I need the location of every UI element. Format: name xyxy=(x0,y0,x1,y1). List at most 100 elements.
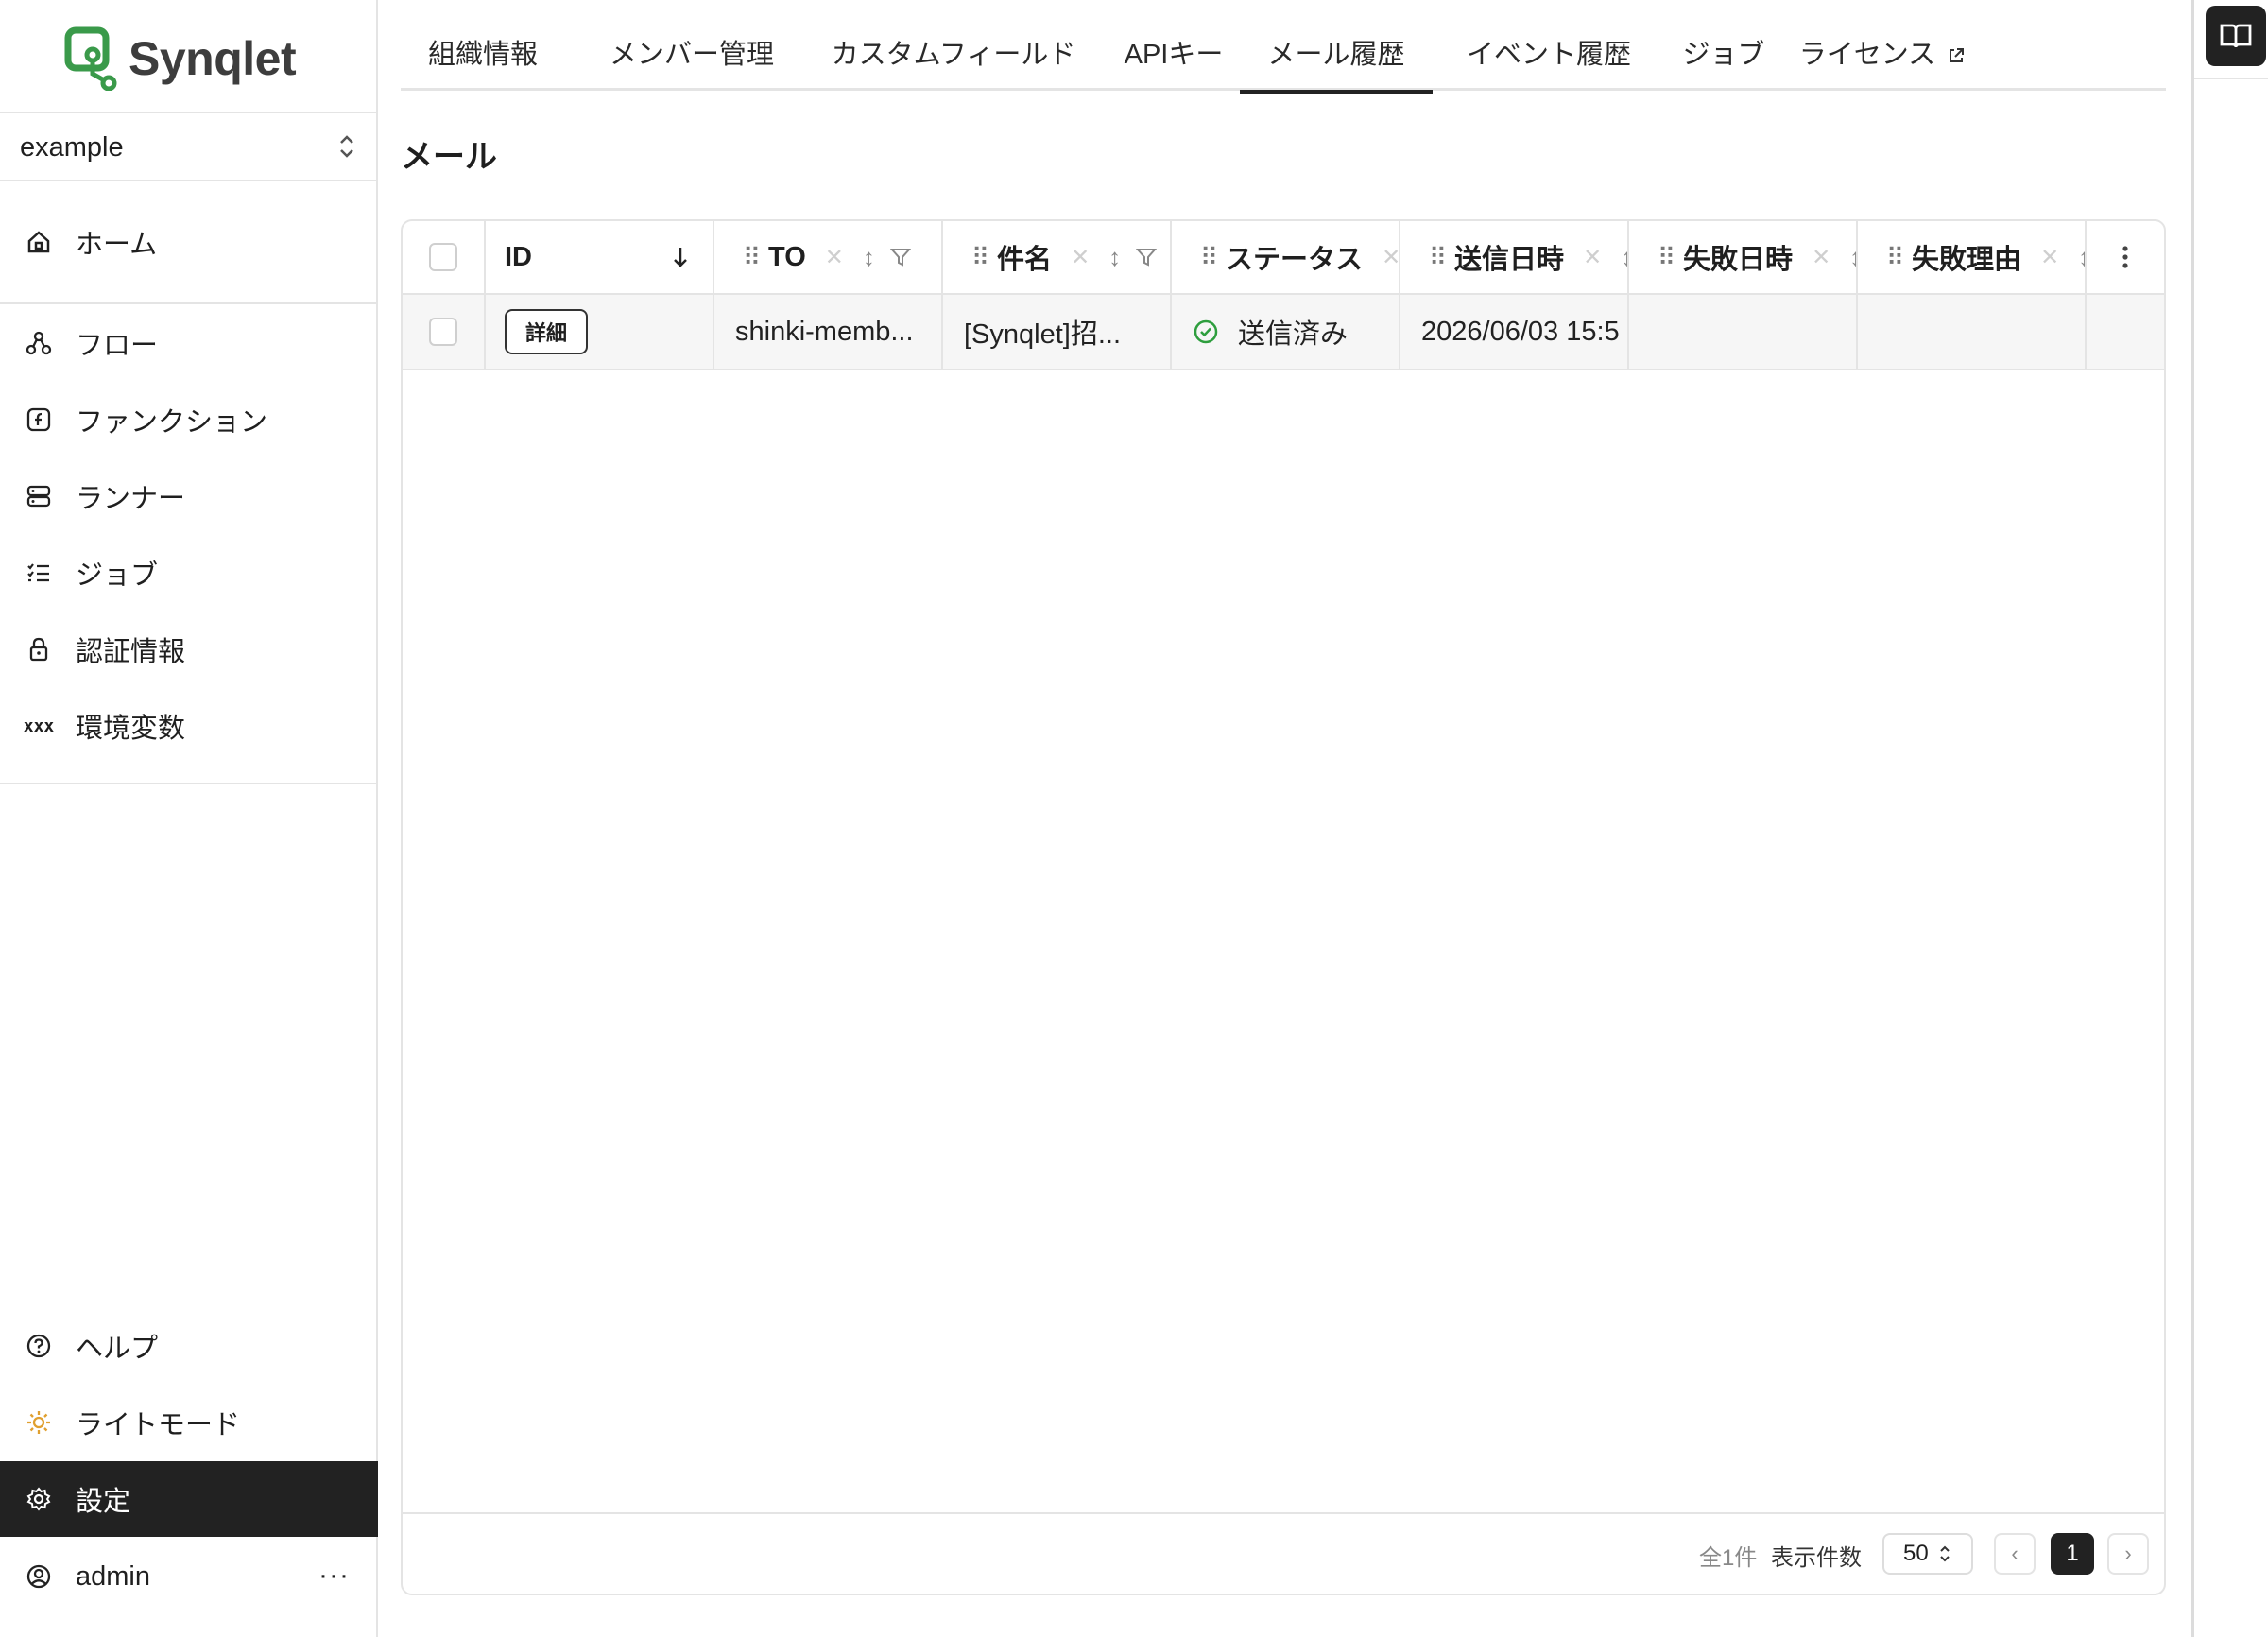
sidebar-item-label: ジョブ xyxy=(76,560,159,591)
sidebar-item-flow[interactable]: フロー xyxy=(0,305,378,381)
tab-jobs[interactable]: ジョブ xyxy=(1667,28,1780,91)
sidebar-item-runner[interactable]: ランナー xyxy=(0,458,378,534)
filter-icon[interactable] xyxy=(889,247,911,267)
drag-handle-icon[interactable]: ⠿ xyxy=(1429,243,1447,272)
drag-handle-icon[interactable]: ⠿ xyxy=(743,243,761,272)
table-row[interactable]: 詳細 shinki-memb... [Synqlet]招... 送信済み 202… xyxy=(403,295,2164,370)
brand-logo[interactable]: Synqlet xyxy=(64,25,297,93)
tab-members[interactable]: メンバー管理 xyxy=(575,28,809,91)
sidebar-item-function[interactable]: ファンクション xyxy=(0,382,378,457)
sort-desc-icon[interactable] xyxy=(671,245,690,269)
cell-failure-reason xyxy=(1858,295,2087,369)
tab-event-history[interactable]: イベント履歴 xyxy=(1440,28,1658,91)
column-header-id[interactable]: ID xyxy=(486,221,714,293)
column-label: 失敗日時 xyxy=(1683,245,1794,275)
check-circle-icon xyxy=(1194,319,1218,344)
chevron-right-icon: › xyxy=(2124,1542,2132,1565)
sidebar-item-settings[interactable]: 設定 xyxy=(0,1461,378,1537)
server-icon xyxy=(25,482,53,510)
sidebar-item-label: 認証情報 xyxy=(76,637,186,667)
drag-handle-icon[interactable]: ⠿ xyxy=(971,243,989,272)
cell-status: 送信済み xyxy=(1172,295,1400,369)
row-checkbox[interactable] xyxy=(429,318,457,346)
book-open-icon xyxy=(2220,24,2252,48)
column-header-failure-reason[interactable]: ⠿ 失敗理由 ✕ ↕ xyxy=(1858,221,2087,293)
sort-icon[interactable]: ↕ xyxy=(1108,243,1121,272)
drag-handle-icon[interactable]: ⠿ xyxy=(1886,243,1904,272)
column-label: 失敗理由 xyxy=(1912,245,2022,275)
divider xyxy=(0,302,378,304)
user-name: admin xyxy=(76,1560,150,1592)
column-header-to[interactable]: ⠿ TO ✕ ↕ xyxy=(714,221,943,293)
table-footer: 全1件 表示件数 50 ‹ 1 › xyxy=(403,1512,2164,1594)
status-text: 送信済み xyxy=(1238,319,1349,350)
total-count: 全1件 xyxy=(1699,1545,1758,1571)
divider xyxy=(0,112,378,113)
per-page-value: 50 xyxy=(1903,1541,1929,1566)
drag-handle-icon[interactable]: ⠿ xyxy=(1200,243,1218,272)
filter-icon[interactable] xyxy=(1136,247,1158,267)
clear-icon[interactable]: ✕ xyxy=(825,244,844,271)
sidebar: Synqlet example ホーム フロー ファンクション ランナー ジョブ… xyxy=(0,0,378,1637)
column-menu[interactable] xyxy=(2087,221,2164,293)
sort-icon[interactable]: ↕ xyxy=(1621,243,1627,272)
clear-icon[interactable]: ✕ xyxy=(2040,244,2059,271)
tab-organization[interactable]: 組織情報 xyxy=(401,28,565,91)
current-page-button[interactable]: 1 xyxy=(2051,1533,2094,1575)
column-label: 件名 xyxy=(997,245,1053,275)
column-header-failed-at[interactable]: ⠿ 失敗日時 ✕ ↕ xyxy=(1629,221,1858,293)
brand-name: Synqlet xyxy=(129,32,297,85)
column-header-status[interactable]: ⠿ ステータス ✕ xyxy=(1172,221,1400,293)
docs-button[interactable] xyxy=(2206,6,2266,66)
column-label: TO xyxy=(768,241,806,272)
function-icon xyxy=(25,405,53,434)
sidebar-item-env-vars[interactable]: xxx 環境変数 xyxy=(0,688,378,764)
divider xyxy=(2194,78,2268,79)
tab-custom-fields[interactable]: カスタムフィールド xyxy=(816,28,1091,91)
right-toolbar xyxy=(2191,0,2268,1637)
sidebar-item-home[interactable]: ホーム xyxy=(0,204,378,280)
theme-toggle[interactable]: ライトモード xyxy=(0,1385,378,1460)
sidebar-item-label: 設定 xyxy=(76,1487,131,1517)
row-select-cell xyxy=(403,295,486,369)
more-options-icon[interactable]: ··· xyxy=(318,1559,350,1592)
list-check-icon xyxy=(25,559,53,587)
chevron-updown-icon xyxy=(1939,1545,1950,1562)
drag-handle-icon[interactable]: ⠿ xyxy=(1658,243,1675,272)
clear-icon[interactable]: ✕ xyxy=(1812,244,1830,271)
sidebar-item-label: ホーム xyxy=(76,230,158,260)
sort-icon[interactable]: ↕ xyxy=(2078,243,2085,272)
sidebar-item-label: ファンクション xyxy=(76,407,268,438)
tab-license[interactable]: ライセンス xyxy=(1788,28,1977,91)
tab-mail-history[interactable]: メール履歴 xyxy=(1240,28,1433,94)
workspace-selector[interactable]: example xyxy=(0,115,378,180)
divider xyxy=(0,180,378,181)
cell-failed-at xyxy=(1629,295,1858,369)
gear-icon xyxy=(25,1485,53,1513)
clear-icon[interactable]: ✕ xyxy=(1583,244,1602,271)
sidebar-item-credentials[interactable]: 認証情報 xyxy=(0,612,378,687)
next-page-button[interactable]: › xyxy=(2107,1533,2149,1575)
per-page-select[interactable]: 50 xyxy=(1882,1533,1973,1575)
page-title: メール xyxy=(401,139,497,175)
sidebar-item-jobs[interactable]: ジョブ xyxy=(0,535,378,611)
column-header-subject[interactable]: ⠿ 件名 ✕ ↕ xyxy=(943,221,1172,293)
header-select-cell xyxy=(403,221,486,293)
sort-icon[interactable]: ↕ xyxy=(863,243,875,272)
select-all-checkbox[interactable] xyxy=(429,243,457,271)
clear-icon[interactable]: ✕ xyxy=(1382,244,1399,271)
sidebar-item-help[interactable]: ヘルプ xyxy=(0,1308,378,1384)
help-circle-icon xyxy=(25,1332,53,1360)
clear-icon[interactable]: ✕ xyxy=(1071,244,1090,271)
column-header-sent-at[interactable]: ⠿ 送信日時 ✕ ↕ xyxy=(1400,221,1629,293)
variable-icon: xxx xyxy=(23,715,55,736)
detail-button[interactable]: 詳細 xyxy=(505,309,589,354)
divider xyxy=(0,783,378,784)
tab-api-keys[interactable]: APIキー xyxy=(1100,28,1247,91)
workspace-name: example xyxy=(20,131,124,163)
sort-icon[interactable]: ↕ xyxy=(1849,243,1856,272)
prev-page-button[interactable]: ‹ xyxy=(1994,1533,2036,1575)
user-menu[interactable]: admin ··· xyxy=(0,1539,378,1614)
user-circle-icon xyxy=(25,1562,53,1591)
cell-sent-at: 2026/06/03 15:5 xyxy=(1400,295,1629,369)
